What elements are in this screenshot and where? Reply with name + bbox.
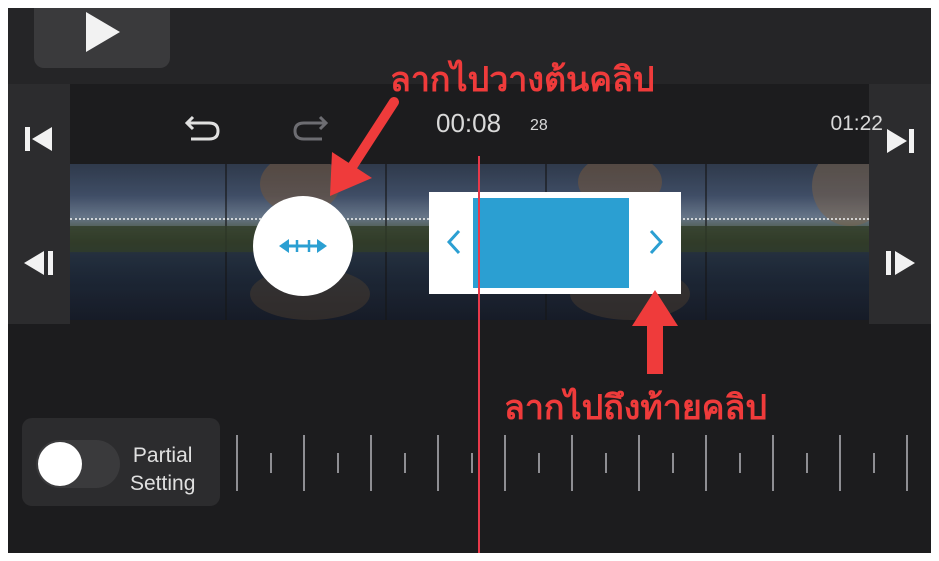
annotation-arrow-up xyxy=(632,290,678,374)
ruler-tick xyxy=(571,435,573,491)
next-frame-icon[interactable] xyxy=(883,248,917,278)
horizontal-drag-icon xyxy=(279,239,327,253)
trim-start-handle[interactable] xyxy=(253,196,353,296)
annotation-drag-to-clip-start: ลากไปวางต้นคลิป xyxy=(390,60,655,100)
ruler-tick xyxy=(604,453,607,473)
total-duration: 01:22 xyxy=(830,112,883,135)
ruler-tick xyxy=(437,435,439,491)
toggle-knob xyxy=(38,442,82,486)
ruler-tick xyxy=(303,435,305,491)
partial-setting-label-line2: Setting xyxy=(130,472,196,495)
left-control-panel xyxy=(8,84,70,324)
previous-frame-icon[interactable] xyxy=(22,248,56,278)
ruler-tick xyxy=(236,435,238,491)
ruler-tick xyxy=(772,435,774,491)
ruler-tick xyxy=(906,435,908,491)
timeline-ruler[interactable] xyxy=(226,428,931,498)
ruler-tick xyxy=(839,435,841,491)
ruler-tick xyxy=(872,453,875,473)
annotation-drag-to-clip-end: ลากไปถึงท้ายคลิป xyxy=(504,388,767,428)
ruler-tick xyxy=(403,453,406,473)
video-editor: 00:08 28 01:22 Partial Setting ลากไปวางต… xyxy=(8,8,931,553)
chevron-right-icon[interactable] xyxy=(647,228,665,256)
trim-range-box[interactable] xyxy=(429,192,681,294)
partial-setting-label: Partial Setting xyxy=(130,442,195,498)
ruler-tick xyxy=(504,435,506,491)
chevron-left-icon[interactable] xyxy=(445,228,463,256)
annotation-arrow-down xyxy=(330,97,399,196)
playhead[interactable] xyxy=(478,156,480,553)
ruler-tick xyxy=(671,453,674,473)
current-time: 00:08 xyxy=(436,108,502,138)
skip-to-end-icon[interactable] xyxy=(883,126,917,156)
ruler-tick xyxy=(370,435,372,491)
play-button[interactable] xyxy=(34,8,170,68)
trim-selection-area[interactable] xyxy=(473,198,629,288)
ruler-tick xyxy=(805,453,808,473)
ruler-tick xyxy=(470,453,473,473)
ruler-tick xyxy=(336,453,339,473)
undo-icon[interactable] xyxy=(185,112,221,142)
skip-to-start-icon[interactable] xyxy=(22,124,56,154)
ruler-tick xyxy=(638,435,640,491)
ruler-tick xyxy=(537,453,540,473)
ruler-tick xyxy=(705,435,707,491)
play-icon xyxy=(86,12,120,52)
partial-setting-panel: Partial Setting xyxy=(22,418,220,506)
partial-setting-toggle[interactable] xyxy=(36,440,120,488)
partial-setting-label-line1: Partial xyxy=(132,444,193,467)
redo-icon[interactable] xyxy=(292,112,328,142)
ruler-tick xyxy=(738,453,741,473)
ruler-tick xyxy=(269,453,272,473)
current-frame-number: 28 xyxy=(530,117,548,134)
